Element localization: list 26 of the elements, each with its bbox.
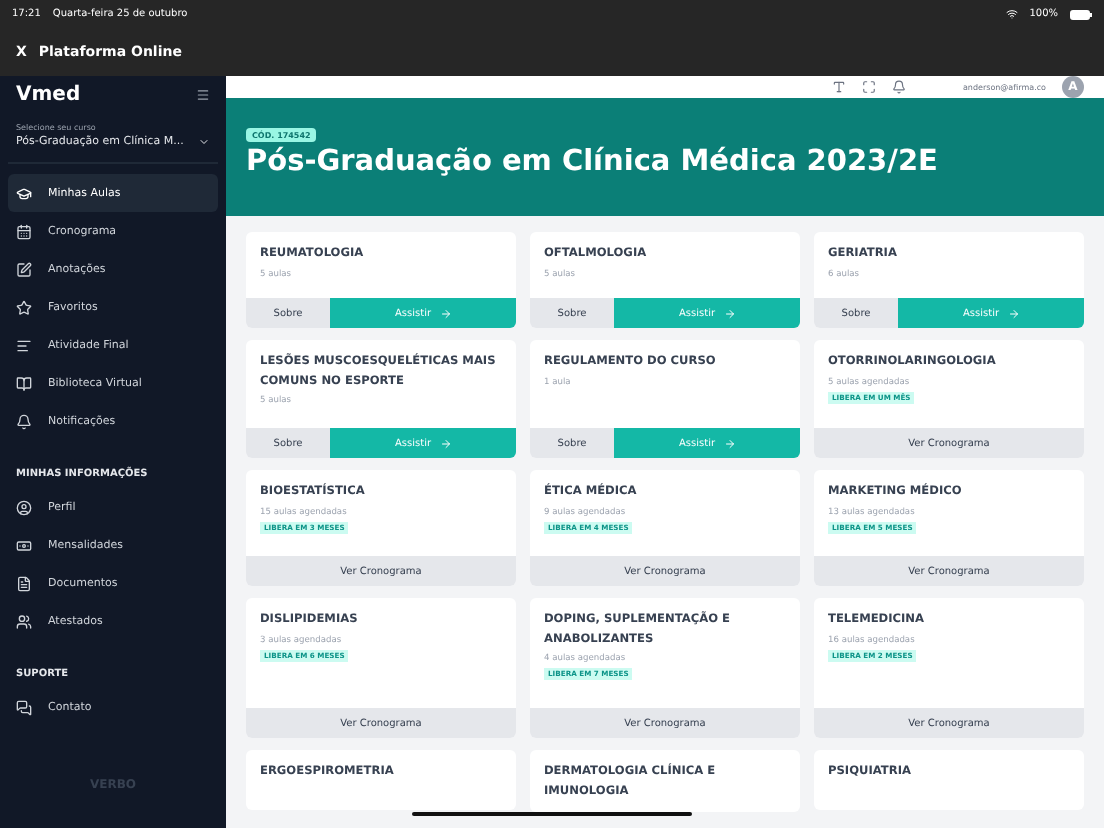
- star-icon: [16, 299, 32, 315]
- arrow-right-icon: [723, 307, 736, 320]
- lines-icon: [16, 337, 32, 353]
- people-icon: [16, 613, 32, 629]
- wifi-icon: [1005, 8, 1018, 20]
- banknote-icon: [16, 537, 32, 553]
- course-heading: Pós-Graduação em Clínica Médica 2023/2E: [246, 148, 940, 180]
- chat-icon: [16, 699, 32, 715]
- bell-icon[interactable]: [892, 80, 907, 94]
- document-icon: [16, 575, 32, 591]
- menu-icon[interactable]: [196, 88, 210, 102]
- text-size-icon[interactable]: [832, 80, 847, 94]
- book-icon: [16, 375, 32, 391]
- arrow-right-icon: [439, 437, 452, 450]
- calendar-icon: [16, 223, 32, 239]
- logo: Vmed: [16, 84, 81, 106]
- arrow-right-icon: [723, 437, 736, 450]
- arrow-right-icon: [439, 307, 452, 320]
- fullscreen-icon[interactable]: [862, 80, 877, 94]
- pencil-square-icon: [16, 261, 32, 277]
- arrow-right-icon: [1007, 307, 1020, 320]
- battery-icon: [1070, 9, 1092, 19]
- bell-icon: [16, 413, 32, 429]
- graduation-cap-icon: [16, 185, 32, 201]
- user-icon: [16, 499, 32, 515]
- chevron-down-icon: [198, 136, 210, 148]
